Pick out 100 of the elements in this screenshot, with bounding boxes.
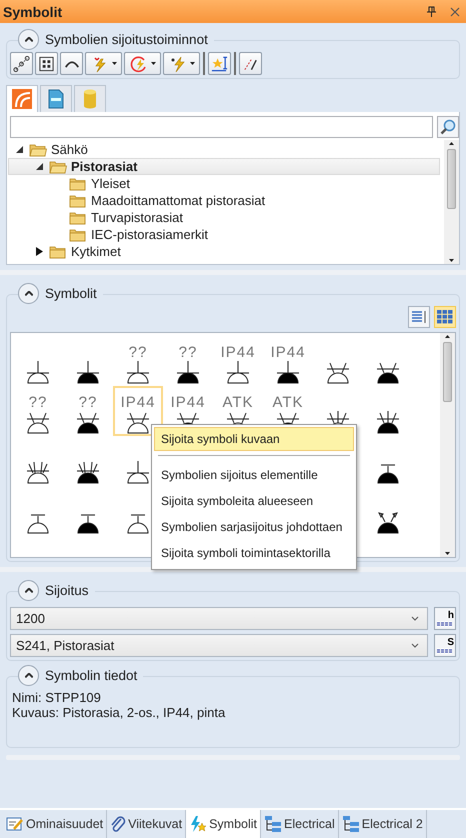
document-icon: [48, 89, 64, 109]
open-folder-icon: [49, 160, 67, 174]
toolbar-button[interactable]: [239, 52, 262, 75]
tree-item[interactable]: IEC-pistorasiamerkit: [8, 226, 440, 243]
symbol-label: ??: [78, 396, 98, 410]
panel-tab[interactable]: Ominaisuudet: [3, 810, 108, 838]
symbol-cell[interactable]: IP44: [263, 336, 313, 386]
socket-symbol-icon: [76, 360, 100, 384]
scrollbar-thumb[interactable]: [447, 149, 456, 209]
pin-icon[interactable]: [427, 6, 436, 17]
grid-view-button[interactable]: [434, 306, 456, 328]
menu-item[interactable]: Sijoita symboleita alueeseen: [154, 489, 354, 513]
library-tab[interactable]: [40, 85, 72, 112]
group-title: Sijoitus: [45, 583, 89, 598]
scrollbar-thumb[interactable]: [443, 342, 452, 402]
list-icon: [411, 310, 427, 324]
window-title: Symbolit: [3, 4, 62, 20]
menu-item[interactable]: Symbolien sijoitus elementille: [154, 463, 354, 487]
tree-structure-icon: [342, 815, 360, 833]
panel-tab[interactable]: Symbolit: [186, 810, 262, 838]
menu-item[interactable]: Sijoita symboli toimintasektorilla: [154, 541, 354, 565]
chevron-down-icon: [411, 616, 419, 621]
folder-icon: [69, 228, 87, 242]
symbol-label: ??: [128, 346, 148, 360]
group-title: Symbolit: [45, 286, 97, 301]
toolbar-button[interactable]: [208, 52, 231, 75]
scroll-down-icon: [449, 259, 454, 262]
level-button[interactable]: S: [434, 634, 456, 657]
symbol-label: IP44: [270, 346, 306, 360]
menu-item[interactable]: Sijoita symboli kuvaan: [154, 427, 354, 451]
symbol-cell[interactable]: IP44: [113, 386, 163, 436]
scroll-up-icon[interactable]: [445, 335, 450, 338]
database-icon: [83, 89, 97, 109]
search-button[interactable]: [437, 116, 459, 138]
folder-icon: [49, 244, 67, 258]
folder-icon: [69, 194, 87, 208]
symbol-cell[interactable]: ??: [113, 336, 163, 386]
socket-symbol-icon: [126, 460, 150, 484]
tree-item[interactable]: Pistorasiat: [8, 158, 440, 175]
symbol-cell[interactable]: IP44: [213, 336, 263, 386]
tree-structure-icon: [264, 815, 282, 833]
tree-item[interactable]: Kytkimet: [8, 243, 440, 260]
socket-symbol-icon: [276, 360, 300, 384]
toolbar-button[interactable]: [10, 52, 33, 75]
socket-symbol-icon: [376, 510, 400, 534]
collapse-button[interactable]: [18, 665, 39, 686]
scroll-up-icon[interactable]: [449, 142, 454, 145]
symbol-cell[interactable]: ??: [13, 386, 63, 436]
symbol-label: IP44: [170, 396, 206, 410]
symbol-label: ??: [178, 346, 198, 360]
caret-icon: [150, 62, 156, 65]
library-tab[interactable]: [6, 85, 38, 112]
socket-symbol-icon: [76, 410, 100, 434]
folder-icon: [69, 176, 87, 190]
lightning-star-icon: [189, 815, 208, 833]
list-view-button[interactable]: [408, 306, 430, 328]
symbol-cell[interactable]: ??: [63, 386, 113, 436]
symbol-cell[interactable]: ??: [163, 336, 213, 386]
grid-frame-icon: [38, 54, 55, 72]
paperclip-icon: [110, 815, 126, 833]
symbol-label: IP44: [220, 346, 256, 360]
dashed-line-icon: [436, 622, 454, 626]
toolbar-button[interactable]: [60, 52, 83, 75]
socket-symbol-icon: [176, 360, 200, 384]
tree-item[interactable]: Yleiset: [8, 175, 440, 192]
caret-icon: [190, 62, 194, 65]
dashed-line-icon: [436, 649, 454, 653]
collapse-button[interactable]: [18, 29, 39, 50]
socket-symbol-icon: [126, 360, 150, 384]
expanded-icon[interactable]: [15, 145, 24, 154]
tree-item[interactable]: Sähkö: [8, 141, 440, 158]
symbol-label: ??: [28, 396, 48, 410]
panel-tab[interactable]: Electrical 2: [338, 810, 427, 838]
rotate-lightning-icon: [130, 54, 148, 72]
tree-item[interactable]: Turvapistorasiat: [8, 209, 440, 226]
level-button[interactable]: h: [434, 607, 456, 630]
form-pencil-icon: [6, 816, 24, 832]
dropdown-field[interactable]: 1200: [10, 607, 428, 630]
expanded-icon[interactable]: [35, 162, 44, 171]
dropdown-field[interactable]: S241, Pistorasiat: [10, 634, 428, 657]
socket-symbol-icon: [376, 410, 400, 434]
socket-symbol-icon: [376, 360, 400, 384]
collapse-button[interactable]: [18, 580, 39, 601]
collapse-button[interactable]: [18, 283, 39, 304]
socket-symbol-icon: [326, 360, 350, 384]
menu-item[interactable]: Symbolien sarjasijoitus johdottaen: [154, 515, 354, 539]
info-text: Kuvaus: Pistorasia, 2-os., IP44, pinta: [11, 705, 226, 720]
symbol-label: IP44: [120, 396, 156, 410]
close-icon[interactable]: [450, 6, 460, 16]
symbol-label: ATK: [272, 396, 304, 410]
tree-item[interactable]: Maadoittamattomat pistorasiat: [8, 192, 440, 209]
caret-icon: [112, 62, 116, 65]
collapse-icon: [24, 673, 32, 678]
collapsed-icon[interactable]: [35, 247, 44, 256]
panel-tab[interactable]: Electrical: [261, 810, 339, 838]
search-field[interactable]: [10, 116, 433, 138]
toolbar-button[interactable]: [35, 52, 58, 75]
scroll-down-icon: [445, 552, 450, 555]
chevron-down-icon: [411, 643, 419, 648]
grid-icon: [437, 310, 453, 324]
